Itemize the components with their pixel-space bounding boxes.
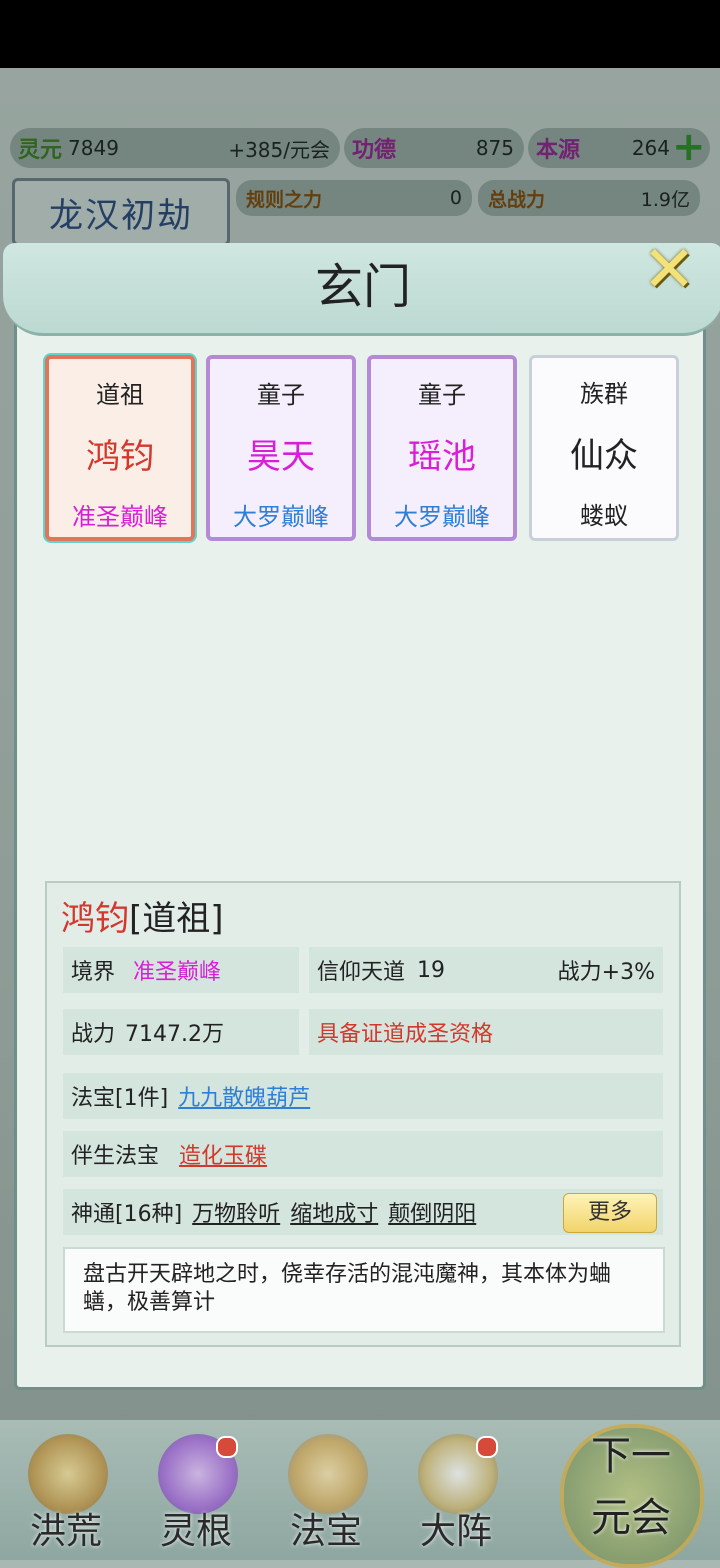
card-rank: 大罗巅峰 (233, 503, 329, 531)
nav-label: 法宝 (289, 1511, 362, 1552)
card-name: 仙众 (570, 436, 638, 476)
member-card-haotian[interactable]: 童子 昊天 大罗巅峰 (206, 355, 356, 541)
power-cell: 战力 7147.2万 (63, 1009, 299, 1055)
more-skills-button[interactable]: 更多 (563, 1193, 657, 1233)
member-card-yaochi[interactable]: 童子 瑶池 大罗巅峰 (367, 355, 517, 541)
treasure-item-link[interactable]: 九九散魄葫芦 (178, 1080, 310, 1112)
qualification-text: 具备证道成圣资格 (317, 1022, 494, 1047)
detail-name: 鸿钧 (61, 899, 129, 939)
member-detail-panel: 鸿钧[道祖] 境界 准圣巅峰 信仰天道 19 战力+3% 战力 7147.2万 … (45, 881, 681, 1347)
xuanmen-dialog: 玄门 道祖 鸿钧 准圣巅峰 童子 昊天 大罗巅峰 童子 瑶池 大罗巅峰 族群 仙… (3, 243, 720, 1390)
realm-value: 准圣巅峰 (133, 960, 222, 985)
faith-cell: 信仰天道 19 战力+3% (309, 947, 663, 993)
dialog-header: 玄门 (3, 243, 720, 336)
skill-link[interactable]: 缩地成寸 (290, 1196, 378, 1228)
skill-link[interactable]: 万物聆听 (192, 1196, 280, 1228)
card-role: 道祖 (96, 381, 144, 409)
companion-item-link[interactable]: 造化玉碟 (179, 1138, 267, 1170)
treasure-row: 法宝[1件] 九九散魄葫芦 (63, 1073, 663, 1119)
qualification-cell: 具备证道成圣资格 (309, 1009, 663, 1055)
nav-label: 大阵 (419, 1511, 492, 1552)
card-name: 鸿钧 (86, 437, 154, 477)
member-card-xianzhong[interactable]: 族群 仙众 蝼蚁 (529, 355, 679, 541)
power-label: 战力 (71, 1022, 116, 1047)
card-rank: 准圣巅峰 (72, 503, 168, 531)
companion-label: 伴生法宝 (71, 1144, 160, 1169)
next-line-1: 下一 (591, 1433, 671, 1479)
nav-label: 灵根 (159, 1511, 232, 1552)
member-card-hongjun[interactable]: 道祖 鸿钧 准圣巅峰 (45, 355, 195, 541)
card-rank: 蝼蚁 (580, 502, 628, 530)
dialog-title: 玄门 (314, 259, 411, 315)
companion-row: 伴生法宝 造化玉碟 (63, 1131, 663, 1177)
card-role: 族群 (580, 380, 628, 408)
notification-dot (216, 1436, 238, 1458)
next-label: 下一 元会 (556, 1430, 706, 1544)
nav-dazhen[interactable]: 大阵 (396, 1420, 516, 1560)
nav-honghuang[interactable]: 洪荒 (6, 1420, 126, 1560)
status-bar (0, 0, 720, 68)
next-yuanhui-button[interactable]: 下一 元会 (556, 1420, 706, 1568)
description-box: 盘古开天辟地之时，侥幸存活的混沌魔神，其本体为蛐蟮，极善算计 (63, 1247, 665, 1333)
card-rank: 大罗巅峰 (394, 503, 490, 531)
power-bonus: 战力+3% (557, 960, 655, 985)
card-role: 童子 (257, 381, 305, 409)
detail-title-suffix: [道祖] (129, 899, 224, 939)
treasure-label: 法宝[1件] (71, 1086, 169, 1111)
skills-row: 神通[16种] 万物聆听 缩地成寸 颠倒阴阳 更多 (63, 1189, 663, 1235)
card-name: 昊天 (247, 437, 315, 477)
faith-label: 信仰天道 (317, 960, 406, 985)
close-icon[interactable]: ✕ (640, 238, 698, 302)
nav-linggen[interactable]: 灵根 (136, 1420, 256, 1560)
skills-label: 神通[16种] (71, 1202, 183, 1227)
realm-cell: 境界 准圣巅峰 (63, 947, 299, 993)
notification-dot (476, 1436, 498, 1458)
next-line-2: 元会 (591, 1495, 671, 1541)
skill-link[interactable]: 颠倒阴阳 (388, 1196, 476, 1228)
detail-title: 鸿钧[道祖] (61, 891, 224, 940)
realm-label: 境界 (71, 960, 116, 985)
card-role: 童子 (418, 381, 466, 409)
nav-label: 洪荒 (29, 1511, 102, 1552)
card-name: 瑶池 (408, 437, 476, 477)
power-value: 7147.2万 (125, 1022, 224, 1047)
faith-value: 19 (417, 957, 446, 983)
nav-fabao[interactable]: 法宝 (266, 1420, 386, 1560)
